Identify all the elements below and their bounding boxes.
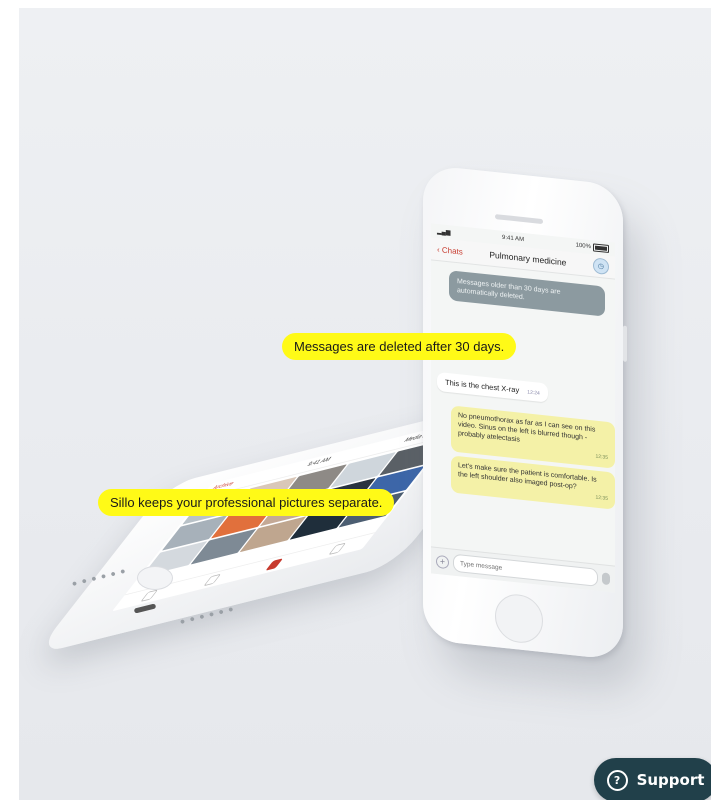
chats-tab-icon[interactable]	[140, 589, 159, 602]
message-time: 12:24	[527, 389, 540, 397]
attach-plus-icon[interactable]: +	[436, 554, 449, 569]
home-button	[137, 566, 173, 590]
message-text: This is the chest X-ray	[445, 377, 520, 395]
incoming-message: This is the chest X-ray 12:24	[437, 371, 548, 403]
support-button[interactable]: ? Support	[594, 758, 711, 800]
support-label: Support	[636, 771, 705, 789]
chevron-left-icon: ‹	[437, 244, 440, 254]
power-button	[623, 325, 627, 362]
microphone-icon[interactable]	[602, 572, 610, 586]
archive-tab-icon[interactable]	[265, 558, 284, 571]
callout-auto-delete: Messages are deleted after 30 days.	[282, 333, 517, 360]
battery-percent: 100%	[575, 242, 591, 251]
status-time: 9:41 AM	[502, 234, 525, 244]
signal-icon: ▂▄▆	[437, 228, 451, 236]
page-gutter	[0, 0, 19, 800]
battery-icon	[592, 243, 609, 254]
help-icon: ?	[606, 769, 628, 791]
message-text: No pneumothorax as far as I can see on t…	[458, 412, 596, 444]
settings-tab-icon[interactable]	[328, 542, 346, 556]
chat-screen: ▂▄▆ 9:41 AM 100% ‹ Chats Pulmonary medic…	[431, 223, 615, 593]
phone-upright: ▂▄▆ 9:41 AM 100% ‹ Chats Pulmonary medic…	[423, 164, 627, 661]
hero-image: Archive 9:41 AM Media from chats ● ● ● ●…	[19, 8, 711, 800]
auto-delete-notice: Messages older than 30 days are automati…	[449, 270, 605, 317]
back-to-chats-link[interactable]: ‹ Chats	[437, 244, 463, 256]
message-composer: +	[431, 546, 615, 593]
message-input[interactable]	[453, 553, 598, 587]
home-button	[495, 592, 543, 646]
back-label: Chats	[441, 244, 463, 257]
callout-separate-pictures: Sillo keeps your professional pictures s…	[98, 489, 395, 516]
earpiece	[495, 214, 543, 225]
contacts-tab-icon[interactable]	[203, 573, 221, 587]
chat-title: Pulmonary medicine	[489, 249, 567, 268]
timer-icon[interactable]: ◷	[592, 257, 609, 276]
